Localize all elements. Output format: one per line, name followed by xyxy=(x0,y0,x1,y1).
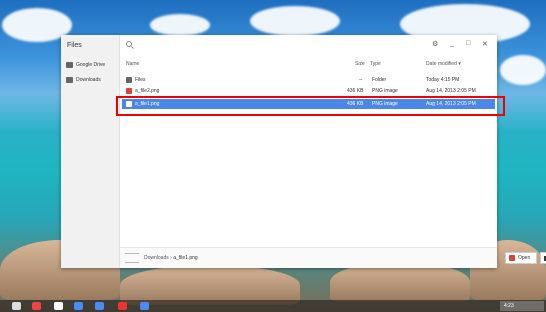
search-icon[interactable] xyxy=(126,41,132,47)
folder-icon xyxy=(126,77,132,83)
file-size: -- xyxy=(359,77,363,83)
sidebar-item-label: Google Drive xyxy=(76,62,106,68)
thumbnail-icon xyxy=(125,253,139,263)
column-name[interactable]: Name xyxy=(126,61,139,67)
google-search-icon[interactable] xyxy=(74,302,83,310)
chrome-icon[interactable] xyxy=(32,302,41,310)
column-date[interactable]: Date modified ▾ xyxy=(426,61,461,67)
youtube-icon[interactable] xyxy=(118,302,127,310)
column-type[interactable]: Type xyxy=(370,61,381,67)
status-tray[interactable]: 4:23 xyxy=(500,301,544,311)
file-type: PNG image xyxy=(372,88,398,94)
sidebar-item-google-drive[interactable]: Google Drive xyxy=(66,60,105,70)
file-name: a_file2.png xyxy=(135,88,160,94)
minimize-icon[interactable]: _ xyxy=(450,40,454,47)
sidebar: Files Google Drive Downloads xyxy=(61,35,120,268)
image-file-icon xyxy=(509,255,515,261)
rock xyxy=(120,265,300,305)
drive-icon xyxy=(66,62,73,68)
downloads-icon xyxy=(66,77,73,83)
image-file-icon xyxy=(126,88,132,94)
open-button-label: Open xyxy=(518,255,531,261)
toolbar: ⚙ _ □ ✕ xyxy=(120,35,497,57)
open-button[interactable]: Open xyxy=(505,252,537,264)
clock: 4:23 xyxy=(504,303,514,309)
breadcrumb-separator: › xyxy=(170,255,172,261)
file-date: Aug 14, 2013 2:05 PM xyxy=(426,88,476,94)
app-title: Files xyxy=(67,42,82,49)
file-date: Today 4:15 PM xyxy=(426,77,460,83)
cloud xyxy=(150,14,210,36)
file-size: 436 KB xyxy=(347,88,364,94)
breadcrumb-root[interactable]: Downloads xyxy=(144,255,169,261)
file-type: Folder xyxy=(372,77,387,83)
selection-highlight-box xyxy=(116,96,505,116)
file-name: Files xyxy=(135,77,146,83)
list-item-file[interactable]: a_file2.png 436 KB PNG image Aug 14, 201… xyxy=(122,86,495,96)
breadcrumb-file: a_file1.png xyxy=(173,255,198,261)
delete-icon[interactable] xyxy=(540,252,546,264)
breadcrumb: Downloads › a_file1.png xyxy=(144,255,198,261)
cloud xyxy=(250,6,340,36)
column-size[interactable]: Size xyxy=(355,61,365,67)
close-icon[interactable]: ✕ xyxy=(482,40,488,48)
cloud xyxy=(500,55,546,85)
launcher-icon[interactable] xyxy=(12,302,21,310)
sidebar-item-downloads[interactable]: Downloads xyxy=(66,75,101,85)
files-icon[interactable] xyxy=(140,302,149,310)
taskbar-shelf: 4:23 xyxy=(0,300,546,312)
files-app-window: Files Google Drive Downloads ⚙ _ □ ✕ Nam… xyxy=(61,35,546,268)
footer-bar: Downloads › a_file1.png Open xyxy=(120,247,546,268)
rock xyxy=(330,262,470,302)
column-headers: Name Size Type Date modified ▾ xyxy=(120,59,497,71)
gmail-icon[interactable] xyxy=(54,302,63,310)
gear-icon[interactable]: ⚙ xyxy=(432,40,438,48)
list-item-folder[interactable]: Files -- Folder Today 4:15 PM xyxy=(122,75,495,85)
docs-icon[interactable] xyxy=(95,302,104,310)
sidebar-item-label: Downloads xyxy=(76,77,101,83)
maximize-icon[interactable]: □ xyxy=(466,40,470,47)
